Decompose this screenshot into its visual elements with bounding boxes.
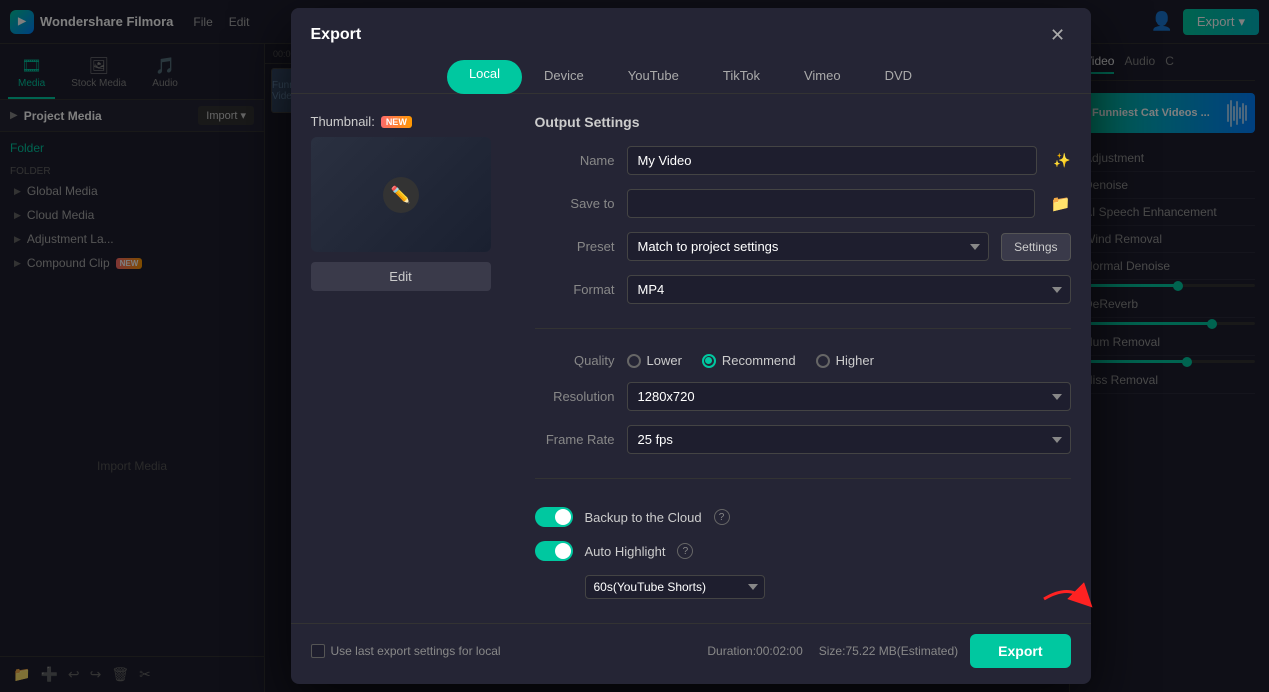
settings-grid: Name ✨ Save to 📁 Preset Match to project… [535, 146, 1071, 603]
export-dialog: Export ✕ Local Device YouTube TikTok Vim… [291, 8, 1091, 684]
divider-2 [535, 478, 1071, 479]
highlight-select-row: 60s(YouTube Shorts) [535, 575, 1071, 599]
quality-recommend[interactable]: Recommend [702, 353, 796, 368]
preset-label: Preset [535, 239, 615, 254]
preset-select[interactable]: Match to project settings [627, 232, 990, 261]
resolution-label: Resolution [535, 389, 615, 404]
thumbnail-label: Thumbnail: NEW [311, 114, 511, 129]
tab-youtube[interactable]: YouTube [606, 60, 701, 93]
duration-label: Duration:00:02:00 [707, 644, 802, 658]
frame-rate-select[interactable]: 25 fps [627, 425, 1071, 454]
name-row: Name ✨ [535, 146, 1071, 175]
tab-vimeo[interactable]: Vimeo [782, 60, 863, 93]
toggle-section: Backup to the Cloud ? Auto Highlight ? 6… [535, 503, 1071, 603]
auto-highlight-row: Auto Highlight ? [535, 541, 1071, 561]
name-input[interactable] [627, 146, 1038, 175]
quality-row: Quality Lower Recommend [535, 353, 1071, 368]
dialog-footer: Use last export settings for local Durat… [291, 623, 1091, 684]
thumbnail-new-badge: NEW [381, 116, 412, 128]
output-settings-title: Output Settings [535, 114, 1071, 130]
quality-higher[interactable]: Higher [816, 353, 874, 368]
frame-rate-label: Frame Rate [535, 432, 615, 447]
resolution-select[interactable]: 1280x720 [627, 382, 1071, 411]
format-select[interactable]: MP4 [627, 275, 1071, 304]
dialog-close-button[interactable]: ✕ [1045, 22, 1071, 48]
ai-icon[interactable]: ✨ [1053, 152, 1070, 169]
radio-dot [705, 357, 712, 364]
browse-folder-button[interactable]: 📁 [1051, 194, 1071, 214]
format-row: Format MP4 [535, 275, 1071, 304]
divider [535, 328, 1071, 329]
toggle-knob [555, 509, 571, 525]
edit-icon-circle: ✏️ [383, 177, 419, 213]
auto-highlight-toggle[interactable] [535, 541, 573, 561]
thumbnail-edit-button[interactable]: Edit [311, 262, 491, 291]
save-to-row: Save to 📁 [535, 189, 1071, 218]
quality-lower[interactable]: Lower [627, 353, 682, 368]
export-main-button[interactable]: Export [970, 634, 1070, 668]
radio-circle-higher [816, 354, 830, 368]
dialog-header: Export ✕ [291, 8, 1091, 48]
preset-row: Preset Match to project settings Setting… [535, 232, 1071, 261]
quality-options: Lower Recommend Higher [627, 353, 874, 368]
auto-highlight-help-icon[interactable]: ? [677, 543, 693, 559]
thumb-gradient: ✏️ [311, 137, 491, 252]
quality-label: Quality [535, 353, 615, 368]
tab-tiktok[interactable]: TikTok [701, 60, 782, 93]
backup-cloud-toggle[interactable] [535, 507, 573, 527]
output-settings: Output Settings Name ✨ Save to 📁 Preset [535, 114, 1071, 603]
radio-circle-lower [627, 354, 641, 368]
highlight-duration-select[interactable]: 60s(YouTube Shorts) [585, 575, 765, 599]
dialog-body: Thumbnail: NEW ✏️ Edit Output Settings N… [291, 94, 1091, 623]
frame-rate-row: Frame Rate 25 fps [535, 425, 1071, 454]
duration-info: Duration:00:02:00 Size:75.22 MB(Estimate… [707, 644, 958, 658]
save-to-input[interactable] [627, 189, 1035, 218]
size-label: Size:75.22 MB(Estimated) [819, 644, 958, 658]
format-label: Format [535, 282, 615, 297]
resolution-row: Resolution 1280x720 [535, 382, 1071, 411]
auto-highlight-label: Auto Highlight [585, 544, 666, 559]
backup-cloud-help-icon[interactable]: ? [714, 509, 730, 525]
tab-dvd[interactable]: DVD [863, 60, 934, 93]
checkbox[interactable] [311, 644, 325, 658]
settings-button[interactable]: Settings [1001, 233, 1070, 261]
thumbnail-box[interactable]: ✏️ [311, 137, 491, 252]
toggle-knob [555, 543, 571, 559]
use-last-checkbox[interactable]: Use last export settings for local [311, 644, 501, 658]
dialog-title: Export [311, 26, 362, 44]
save-to-label: Save to [535, 196, 615, 211]
radio-circle-recommend [702, 354, 716, 368]
tab-local[interactable]: Local [447, 60, 522, 94]
dialog-tabs: Local Device YouTube TikTok Vimeo DVD [291, 48, 1091, 94]
name-label: Name [535, 153, 615, 168]
backup-cloud-label: Backup to the Cloud [585, 510, 702, 525]
thumbnail-area: Thumbnail: NEW ✏️ Edit [311, 114, 511, 603]
backup-cloud-row: Backup to the Cloud ? [535, 507, 1071, 527]
tab-device[interactable]: Device [522, 60, 606, 93]
